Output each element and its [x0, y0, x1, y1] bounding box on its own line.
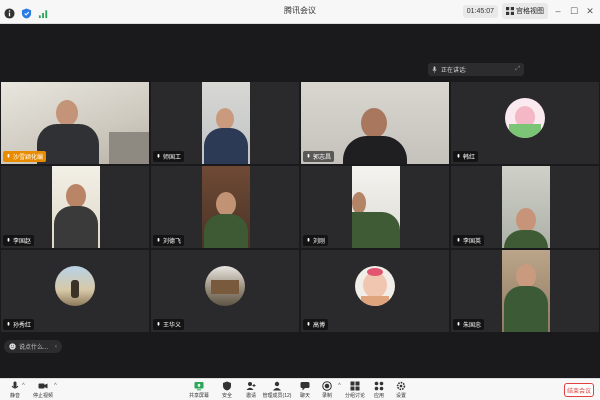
record-icon: [322, 381, 332, 391]
participant-video: [202, 166, 250, 248]
mic-icon: [307, 153, 310, 158]
video-tile[interactable]: 高博: [301, 250, 449, 332]
participant-nametag: 王华义: [153, 319, 185, 330]
bottom-toolbar: 静音 ^ 停止视频 ^ 共享屏幕 安全 邀请 管理成员(12) 聊天 录制 ^ …: [0, 378, 600, 400]
video-tile[interactable]: 沙雪颖化编: [1, 82, 149, 164]
video-tile[interactable]: 朱国忠: [451, 250, 599, 332]
video-tile[interactable]: 韩红: [451, 82, 599, 164]
mic-icon: [432, 66, 437, 73]
view-switch-button[interactable]: 宫格视图: [502, 3, 548, 19]
mic-icon: [157, 321, 160, 326]
video-tile[interactable]: 刘德飞: [151, 166, 299, 248]
mic-icon: [457, 153, 460, 158]
maximize-icon[interactable]: ☐: [568, 6, 580, 17]
mic-icon: [307, 237, 310, 242]
chevron-up-icon[interactable]: ^: [54, 383, 57, 389]
close-icon[interactable]: ✕: [584, 6, 596, 17]
participant-video: [202, 82, 250, 164]
participant-nametag: 朱国忠: [453, 319, 485, 330]
breakout-icon: [350, 381, 360, 391]
mic-icon: [457, 321, 460, 326]
mute-button[interactable]: 静音: [0, 381, 30, 399]
mic-icon: [457, 237, 460, 242]
participant-nametag: 刘德飞: [153, 235, 185, 246]
chat-quick-input[interactable]: 说点什么... ‹: [4, 340, 63, 353]
speaking-label: 正在讲话:: [441, 68, 467, 74]
camera-icon: [38, 383, 48, 389]
expand-icon[interactable]: ⤢: [515, 66, 520, 73]
apps-icon: [374, 381, 384, 391]
video-tile[interactable]: 师国工: [151, 82, 299, 164]
video-tile[interactable]: 郭志昌: [301, 82, 449, 164]
members-icon: [273, 381, 281, 391]
grid-icon: [506, 7, 514, 15]
participant-avatar: [355, 266, 395, 306]
participant-nametag: 李国英: [453, 235, 485, 246]
end-meeting-button[interactable]: 结束会议: [564, 383, 594, 397]
chat-icon: [300, 382, 310, 391]
shield-icon: [223, 381, 231, 391]
mic-icon: [7, 153, 10, 158]
participant-nametag: 孙秀红: [3, 319, 35, 330]
mic-icon: [157, 237, 160, 242]
share-screen-button[interactable]: 共享屏幕: [184, 381, 214, 399]
settings-button[interactable]: 设置: [386, 381, 416, 399]
video-tile[interactable]: 刘刚: [301, 166, 449, 248]
video-tile[interactable]: 王华义: [151, 250, 299, 332]
participant-video: [502, 166, 550, 248]
participant-nametag: 李国赵: [3, 235, 35, 246]
video-tile[interactable]: 李国赵: [1, 166, 149, 248]
share-screen-icon: [194, 382, 204, 391]
participant-nametag: 郭志昌: [303, 151, 335, 162]
gear-icon: [396, 381, 406, 391]
invite-icon: [246, 382, 256, 390]
video-tile[interactable]: 孙秀红: [1, 250, 149, 332]
mic-icon: [7, 237, 10, 242]
collapse-icon[interactable]: ‹: [55, 344, 57, 350]
participant-avatar: [205, 266, 245, 306]
manage-members-button[interactable]: 管理成员(12): [262, 381, 292, 399]
mic-icon: [307, 321, 310, 326]
mic-icon: [7, 321, 10, 326]
meeting-timer: 01:45:07: [462, 4, 498, 18]
video-grid: 沙雪颖化编 师国工 郭志昌 韩红 李国赵 刘德飞 刘刚 李国英 孙秀红 王华义 …: [1, 82, 599, 332]
video-tile[interactable]: 李国英: [451, 166, 599, 248]
participant-avatar: [55, 266, 95, 306]
mic-icon: [157, 153, 160, 158]
participant-nametag: 师国工: [153, 151, 185, 162]
mic-icon: [11, 381, 19, 389]
participant-video: [52, 166, 100, 248]
speaking-indicator: 正在讲话: ⤢: [428, 63, 524, 76]
participant-nametag: 韩红: [453, 151, 479, 162]
participant-nametag: 沙雪颖化编: [3, 151, 47, 162]
participant-nametag: 刘刚: [303, 235, 329, 246]
participant-video: [352, 166, 400, 248]
title-bar: 腾讯会议 01:45:07 宫格视图 – ☐ ✕: [0, 0, 600, 24]
participant-avatar: [505, 98, 545, 138]
participant-nametag: 高博: [303, 319, 329, 330]
emoji-icon[interactable]: [9, 343, 16, 350]
participant-video: [502, 250, 550, 332]
chevron-up-icon[interactable]: ^: [22, 383, 25, 389]
minimize-icon[interactable]: –: [552, 6, 564, 16]
chat-placeholder: 说点什么...: [19, 345, 49, 351]
view-switch-label: 宫格视图: [516, 8, 544, 15]
